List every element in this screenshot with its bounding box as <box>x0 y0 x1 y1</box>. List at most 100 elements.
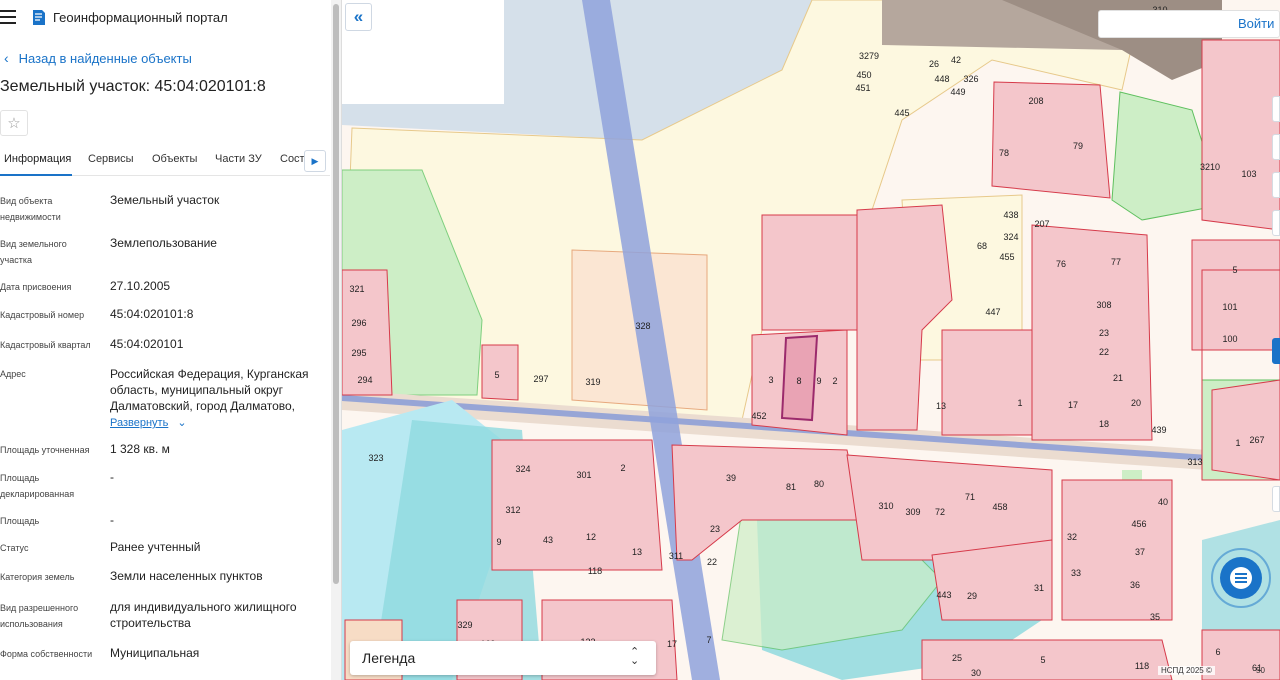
field-value: 45:04:020101 <box>110 337 184 351</box>
expand-address-link[interactable]: Развернуть ⌄ <box>110 416 187 429</box>
field-label: Вид разрешенного использования <box>0 603 79 629</box>
parcel-number-label: 447 <box>985 307 1000 317</box>
parcel-number-label: 321 <box>349 284 364 294</box>
parcel-number-label: 3 <box>768 375 773 385</box>
chevron-left-icon: ‹ <box>4 50 9 66</box>
parcel-number-label: 13 <box>632 547 642 557</box>
chat-button[interactable] <box>1210 547 1272 609</box>
field-value: 45:04:020101:8 <box>110 307 194 321</box>
tabs-next-button[interactable]: ▶ <box>304 150 326 172</box>
parcel-number-label: 5 <box>1232 265 1237 275</box>
parcel-number-label: 323 <box>368 453 383 463</box>
parcel-number-label: 36 <box>1130 580 1140 590</box>
field-label: Адрес <box>0 369 26 379</box>
field-label: Вид земельного участка <box>0 239 67 265</box>
field-label: Площадь уточненная <box>0 445 90 455</box>
map-tool-button[interactable] <box>1272 134 1280 160</box>
map-tool-button[interactable] <box>1272 96 1280 122</box>
parcel-number-label: 267 <box>1249 435 1264 445</box>
parcel-number-label: 456 <box>1131 519 1146 529</box>
field-value: Ранее учтенный <box>110 540 201 554</box>
parcel-number-label: 310 <box>878 501 893 511</box>
parcel-number-label: 17 <box>667 639 677 649</box>
parcel-number-label: 77 <box>1111 257 1121 267</box>
collapse-panel-button[interactable]: « <box>345 3 372 31</box>
parcel-number-label: 5 <box>1040 655 1045 665</box>
field-value: Землепользование <box>110 236 217 250</box>
back-link-label: Назад в найденные объекты <box>18 50 192 66</box>
parcel-number-label: 455 <box>999 252 1014 262</box>
parcel-number-label: 452 <box>751 411 766 421</box>
parcel-number-label: 1 <box>1017 398 1022 408</box>
parcel-number-label: 33 <box>1071 568 1081 578</box>
parcel-number-label: 294 <box>357 375 372 385</box>
parcel-number-label: 25 <box>952 653 962 663</box>
parcel-number-label: 458 <box>992 502 1007 512</box>
parcel-number-label: 438 <box>1003 210 1018 220</box>
logo-icon <box>33 10 45 25</box>
tab-services[interactable]: Сервисы <box>88 153 134 165</box>
parcel-number-label: 443 <box>936 590 951 600</box>
parcel-number-label: 13 <box>936 401 946 411</box>
parcel-number-label: 6 <box>1215 647 1220 657</box>
tab-composition[interactable]: Состав <box>280 153 304 165</box>
tab-parts[interactable]: Части ЗУ <box>215 153 262 165</box>
parcel-number-label: 72 <box>935 507 945 517</box>
parcel-number-label: 7 <box>706 635 711 645</box>
parcel-number-label: 448 <box>934 74 949 84</box>
chevron-right-icon: ▶ <box>311 155 319 166</box>
parcel-number-label: 308 <box>1096 300 1111 310</box>
parcel-labels: 3103279424502644832645144944520878793210… <box>349 5 1264 678</box>
parcel-number-label: 313 <box>1187 457 1202 467</box>
parcel-number-label: 208 <box>1028 96 1043 106</box>
field-value: 1 328 кв. м <box>110 442 170 456</box>
sidebar-scroll-thumb[interactable] <box>333 4 339 584</box>
favorite-button[interactable]: ☆ <box>0 110 28 136</box>
map-tool-button[interactable] <box>1272 210 1280 236</box>
map-tool-button[interactable] <box>1272 172 1280 198</box>
parcel-number-label: 32 <box>1067 532 1077 542</box>
parcel-number-label: 81 <box>786 482 796 492</box>
field-label: Кадастровый номер <box>0 310 85 320</box>
parcel-number-label: 328 <box>635 321 650 331</box>
field-label: Кадастровый квартал <box>0 340 91 350</box>
parcel-number-label: 43 <box>543 535 553 545</box>
parcel-number-label: 445 <box>894 108 909 118</box>
field-label: Статус <box>0 543 29 553</box>
parcel-number-label: 79 <box>1073 141 1083 151</box>
double-chevron-left-icon: « <box>353 7 364 26</box>
parcel-number-label: 31 <box>1034 583 1044 593</box>
parcel-number-label: 37 <box>1135 547 1145 557</box>
menu-icon[interactable] <box>0 10 16 24</box>
map-tool-button[interactable] <box>1272 338 1280 364</box>
info-sidebar: Геоинформационный портал ‹ Назад в найде… <box>0 0 342 680</box>
parcel-number-label: 3279 <box>859 51 879 61</box>
parcel-number-label: 207 <box>1034 219 1049 229</box>
parcel-number-label: 100 <box>1222 334 1237 344</box>
tab-info[interactable]: Информация <box>4 153 71 165</box>
map-tool-button[interactable] <box>1272 486 1280 512</box>
parcel-number-label: 2 <box>620 463 625 473</box>
map-canvas[interactable]: 3103279424502644832645144944520878793210… <box>342 0 1280 680</box>
parcel-number-label: 17 <box>1068 400 1078 410</box>
parcel-number-label: 450 <box>856 70 871 80</box>
field-label: Дата присвоения <box>0 282 72 292</box>
chevron-down-icon: ⌄ <box>177 417 187 429</box>
portal-title: Геоинформационный портал <box>53 10 228 25</box>
field-value: для индивидуального жилищного строительс… <box>110 600 297 630</box>
parcel-number-label: 23 <box>710 524 720 534</box>
parcel-number-label: 439 <box>1151 425 1166 435</box>
login-button[interactable]: Войти <box>1238 16 1274 31</box>
tab-bar: Информация Сервисы Объекты Части ЗУ Сост… <box>0 148 330 176</box>
parcel-number-label: 1 <box>1235 438 1240 448</box>
parcel-number-label: 297 <box>533 374 548 384</box>
parcel-number-label: 311 <box>669 551 683 561</box>
scale-text: 50 <box>1256 666 1265 675</box>
parcel-number-label: 78 <box>999 148 1009 158</box>
parcel-number-label: 326 <box>963 74 978 84</box>
tab-objects[interactable]: Объекты <box>152 153 197 165</box>
parcel-number-label: 324 <box>515 464 530 474</box>
back-link[interactable]: ‹ Назад в найденные объекты <box>4 50 192 66</box>
expand-label: Развернуть <box>110 417 169 429</box>
field-value: Земли населенных пунктов <box>110 569 263 583</box>
